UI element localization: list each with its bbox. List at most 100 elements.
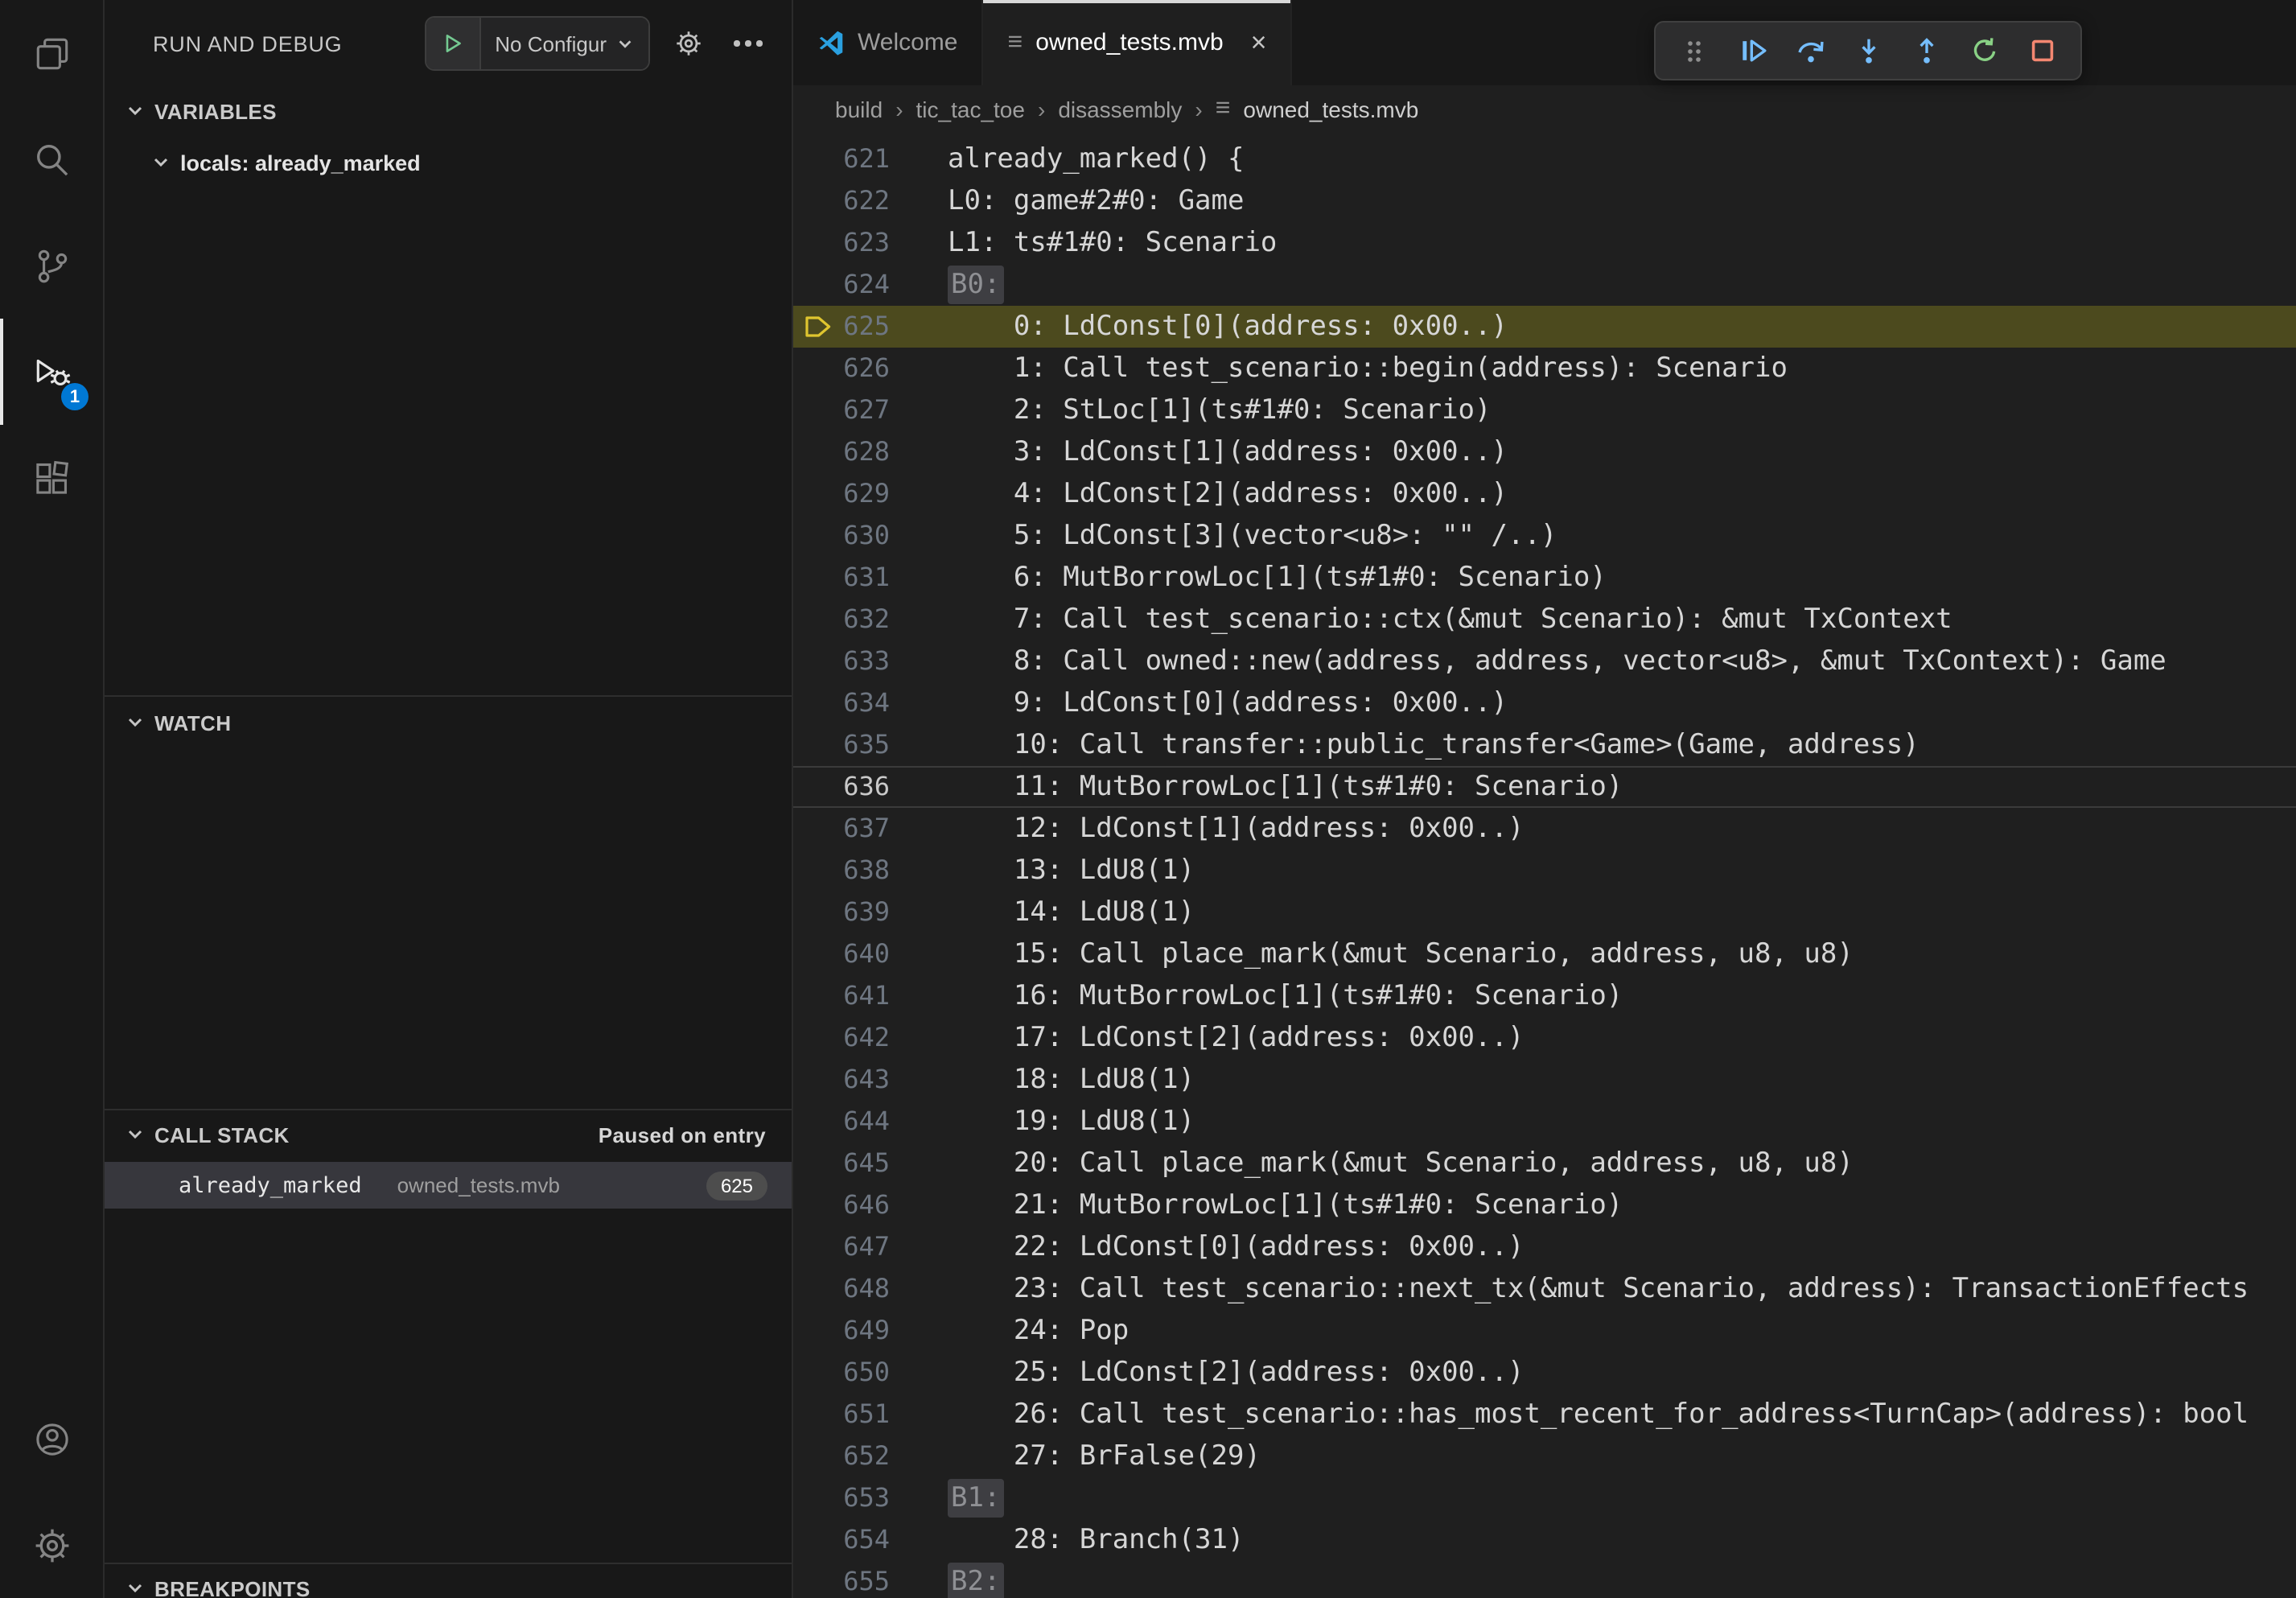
code-line[interactable]: 635 10: Call transfer::public_transfer<G… — [793, 724, 2296, 766]
gutter[interactable]: 650 — [793, 1352, 948, 1394]
debug-settings-button[interactable] — [668, 23, 710, 64]
code-line[interactable]: 625 0: LdConst[0](address: 0x00..) — [793, 306, 2296, 348]
gutter[interactable]: 652 — [793, 1435, 948, 1477]
code-line[interactable]: 622L0: game#2#0: Game — [793, 180, 2296, 222]
code-line[interactable]: 621already_marked() { — [793, 138, 2296, 180]
start-debug-button[interactable] — [426, 18, 480, 69]
gutter[interactable]: 649 — [793, 1310, 948, 1352]
code-line[interactable]: 649 24: Pop — [793, 1310, 2296, 1352]
activity-bar-item-extensions[interactable] — [0, 425, 103, 531]
code-line[interactable]: 650 25: LdConst[2](address: 0x00..) — [793, 1352, 2296, 1394]
gutter[interactable]: 629 — [793, 473, 948, 515]
variables-section-header[interactable]: VARIABLES — [105, 90, 792, 132]
code-line[interactable]: 630 5: LdConst[3](vector<u8>: "" /..) — [793, 515, 2296, 557]
code-line[interactable]: 653B1: — [793, 1477, 2296, 1519]
gutter[interactable]: 632 — [793, 599, 948, 640]
gutter[interactable]: 630 — [793, 515, 948, 557]
gutter[interactable]: 648 — [793, 1268, 948, 1310]
code-line[interactable]: 640 15: Call place_mark(&mut Scenario, a… — [793, 933, 2296, 975]
gutter[interactable]: 642 — [793, 1017, 948, 1059]
breadcrumb-item[interactable]: disassembly — [1058, 96, 1182, 121]
tab-owned-tests[interactable]: ≡ owned_tests.mvb × — [984, 0, 1293, 85]
code-line[interactable]: 644 19: LdU8(1) — [793, 1101, 2296, 1143]
gutter[interactable]: 645 — [793, 1143, 948, 1184]
gutter[interactable]: 636 — [793, 766, 948, 808]
code-line[interactable]: 634 9: LdConst[0](address: 0x00..) — [793, 682, 2296, 724]
gutter[interactable]: 639 — [793, 892, 948, 933]
breakpoints-section-header[interactable]: BREAKPOINTS — [105, 1567, 792, 1598]
gutter[interactable]: 644 — [793, 1101, 948, 1143]
tab-welcome[interactable]: Welcome — [793, 0, 984, 85]
code-line[interactable]: 655B2: — [793, 1561, 2296, 1598]
gutter[interactable]: 634 — [793, 682, 948, 724]
watch-section-header[interactable]: WATCH — [105, 702, 792, 743]
gutter[interactable]: 622 — [793, 180, 948, 222]
gutter[interactable]: 641 — [793, 975, 948, 1017]
gutter[interactable]: 638 — [793, 850, 948, 892]
gutter[interactable]: 624 — [793, 264, 948, 306]
code-line[interactable]: 628 3: LdConst[1](address: 0x00..) — [793, 431, 2296, 473]
gutter[interactable]: 626 — [793, 348, 948, 389]
gutter[interactable]: 653 — [793, 1477, 948, 1519]
gutter[interactable]: 646 — [793, 1184, 948, 1226]
step-over-button[interactable] — [1783, 26, 1837, 76]
code-line[interactable]: 623L1: ts#1#0: Scenario — [793, 222, 2296, 264]
gutter[interactable]: 631 — [793, 557, 948, 599]
code-line[interactable]: 636 11: MutBorrowLoc[1](ts#1#0: Scenario… — [793, 766, 2296, 808]
code-line[interactable]: 639 14: LdU8(1) — [793, 892, 2296, 933]
step-into-button[interactable] — [1841, 26, 1895, 76]
activity-bar-item-search[interactable] — [0, 106, 103, 212]
code-area[interactable]: 621already_marked() {622L0: game#2#0: Ga… — [793, 132, 2296, 1598]
gutter[interactable]: 625 — [793, 306, 948, 348]
code-line[interactable]: 646 21: MutBorrowLoc[1](ts#1#0: Scenario… — [793, 1184, 2296, 1226]
gutter[interactable]: 627 — [793, 389, 948, 431]
gutter[interactable]: 643 — [793, 1059, 948, 1101]
activity-bar-item-source-control[interactable] — [0, 212, 103, 319]
code-line[interactable]: 638 13: LdU8(1) — [793, 850, 2296, 892]
call-stack-section-header[interactable]: CALL STACK Paused on entry — [105, 1114, 792, 1155]
gutter[interactable]: 647 — [793, 1226, 948, 1268]
gutter[interactable]: 621 — [793, 138, 948, 180]
code-line[interactable]: 626 1: Call test_scenario::begin(address… — [793, 348, 2296, 389]
code-line[interactable]: 624B0: — [793, 264, 2296, 306]
breadcrumb-item[interactable]: build — [835, 96, 883, 121]
gutter[interactable]: 628 — [793, 431, 948, 473]
stop-button[interactable] — [2014, 26, 2069, 76]
step-out-button[interactable] — [1899, 26, 1953, 76]
activity-bar-item-run-and-debug[interactable]: 1 — [0, 319, 103, 425]
breadcrumb-item[interactable]: owned_tests.mvb — [1243, 96, 1418, 121]
code-line[interactable]: 633 8: Call owned::new(address, address,… — [793, 640, 2296, 682]
gutter[interactable]: 640 — [793, 933, 948, 975]
gutter[interactable]: 623 — [793, 222, 948, 264]
code-line[interactable]: 641 16: MutBorrowLoc[1](ts#1#0: Scenario… — [793, 975, 2296, 1017]
more-actions-button[interactable] — [727, 23, 769, 64]
gutter[interactable]: 633 — [793, 640, 948, 682]
call-stack-frame-row[interactable]: already_marked owned_tests.mvb 625 — [105, 1162, 792, 1209]
code-line[interactable]: 652 27: BrFalse(29) — [793, 1435, 2296, 1477]
activity-bar-item-explorer[interactable] — [0, 0, 103, 106]
code-line[interactable]: 642 17: LdConst[2](address: 0x00..) — [793, 1017, 2296, 1059]
activity-bar-item-settings[interactable] — [0, 1492, 103, 1598]
variables-scope-row[interactable]: locals: already_marked — [105, 142, 792, 183]
continue-button[interactable] — [1725, 26, 1780, 76]
code-line[interactable]: 631 6: MutBorrowLoc[1](ts#1#0: Scenario) — [793, 557, 2296, 599]
code-line[interactable]: 627 2: StLoc[1](ts#1#0: Scenario) — [793, 389, 2296, 431]
breadcrumb-item[interactable]: tic_tac_toe — [916, 96, 1025, 121]
activity-bar-item-accounts[interactable] — [0, 1386, 103, 1492]
code-line[interactable]: 629 4: LdConst[2](address: 0x00..) — [793, 473, 2296, 515]
code-line[interactable]: 637 12: LdConst[1](address: 0x00..) — [793, 808, 2296, 850]
gutter[interactable]: 635 — [793, 724, 948, 766]
code-line[interactable]: 654 28: Branch(31) — [793, 1519, 2296, 1561]
gutter[interactable]: 655 — [793, 1561, 948, 1598]
gutter[interactable]: 654 — [793, 1519, 948, 1561]
code-line[interactable]: 645 20: Call place_mark(&mut Scenario, a… — [793, 1143, 2296, 1184]
close-icon[interactable]: × — [1251, 29, 1267, 56]
gutter[interactable]: 637 — [793, 808, 948, 850]
code-line[interactable]: 643 18: LdU8(1) — [793, 1059, 2296, 1101]
code-line[interactable]: 648 23: Call test_scenario::next_tx(&mut… — [793, 1268, 2296, 1310]
gutter[interactable]: 651 — [793, 1394, 948, 1435]
code-line[interactable]: 632 7: Call test_scenario::ctx(&mut Scen… — [793, 599, 2296, 640]
code-line[interactable]: 651 26: Call test_scenario::has_most_rec… — [793, 1394, 2296, 1435]
debug-config-dropdown[interactable]: No Configur — [480, 18, 648, 69]
code-line[interactable]: 647 22: LdConst[0](address: 0x00..) — [793, 1226, 2296, 1268]
